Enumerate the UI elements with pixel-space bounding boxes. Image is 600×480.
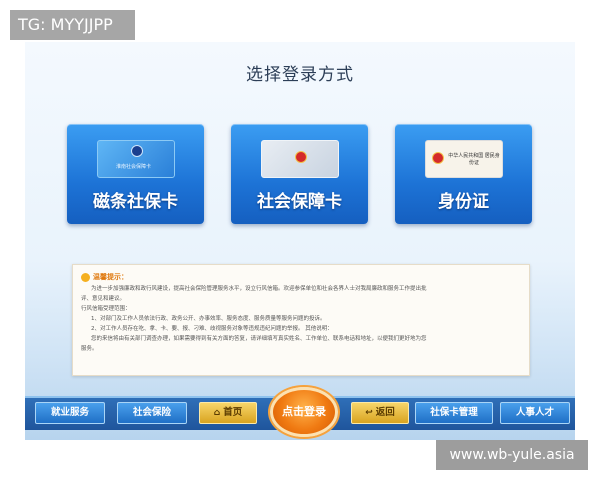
employment-service-button[interactable]: 就业服务 bbox=[35, 402, 105, 424]
back-label: 返回 bbox=[375, 407, 395, 418]
tg-badge: TG: MYYJJPP bbox=[10, 10, 135, 40]
notice-line: 1、对部门及工作人员依法行政、政务公开、办事效率、服务态度、服务质量等服务问题的… bbox=[91, 316, 326, 322]
notice-title: 温馨提示： bbox=[93, 273, 128, 281]
login-button[interactable]: 点击登录 bbox=[270, 387, 338, 437]
notice-line: 服务。 bbox=[81, 346, 98, 352]
watermark: www.wb-yule.asia bbox=[436, 440, 588, 470]
national-emblem-icon bbox=[295, 151, 307, 163]
notice-line: 为进一步加强廉政和政行风建设，提高社会保险管理服务水平，设立行风信箱。欢迎参保单… bbox=[91, 286, 427, 292]
national-emblem-icon bbox=[432, 152, 444, 164]
home-button[interactable]: ⌂ 首页 bbox=[199, 402, 257, 424]
id-card-icon: 中华人民共和国 居民身份证 bbox=[425, 140, 503, 178]
card-label: 磁条社保卡 bbox=[93, 192, 178, 212]
emblem-icon bbox=[131, 145, 143, 157]
back-arrow-icon: ↩ bbox=[365, 408, 373, 418]
hr-talent-button[interactable]: 人事人才 bbox=[500, 402, 570, 424]
notice-line: 您的来信将由有关部门调查办理，如果需要得到有关方面的答复，请详细填写真实姓名、工… bbox=[91, 336, 427, 342]
home-label: 首页 bbox=[223, 407, 243, 418]
notice-line: 评、意见和建议。 bbox=[81, 296, 126, 302]
home-icon: ⌂ bbox=[213, 408, 221, 418]
card-label: 身份证 bbox=[438, 192, 489, 212]
kiosk-screen: 选择登录方式 淮南社会保障卡 磁条社保卡 社会保障卡 中华人民共和国 居民身份证… bbox=[25, 42, 575, 440]
page-title: 选择登录方式 bbox=[246, 65, 354, 85]
card-label: 社会保障卡 bbox=[257, 192, 342, 212]
card-management-button[interactable]: 社保卡管理 bbox=[415, 402, 493, 424]
back-button[interactable]: ↩ 返回 bbox=[351, 402, 409, 424]
social-insurance-button[interactable]: 社会保险 bbox=[117, 402, 187, 424]
lightbulb-icon bbox=[81, 272, 90, 282]
card-mini-text: 淮南社会保障卡 bbox=[116, 164, 152, 170]
social-security-card-option[interactable]: 社会保障卡 bbox=[231, 124, 368, 224]
magnetic-card-option[interactable]: 淮南社会保障卡 磁条社保卡 bbox=[67, 124, 204, 224]
notice-panel: 温馨提示： 为进一步加强廉政和政行风建设，提高社会保险管理服务水平，设立行风信箱… bbox=[72, 264, 530, 376]
notice-line: 行风信箱受理范围： bbox=[81, 306, 131, 312]
notice-line: 2、对工作人员存在吃、拿、卡、要、报、刁难、歧视服务对象等违规违纪问题的举报。 … bbox=[91, 326, 333, 332]
id-card-option[interactable]: 中华人民共和国 居民身份证 身份证 bbox=[395, 124, 532, 224]
social-insurance-card-icon bbox=[261, 140, 339, 178]
social-security-card-icon: 淮南社会保障卡 bbox=[97, 140, 175, 178]
card-mini-text: 中华人民共和国 居民身份证 bbox=[448, 153, 500, 166]
